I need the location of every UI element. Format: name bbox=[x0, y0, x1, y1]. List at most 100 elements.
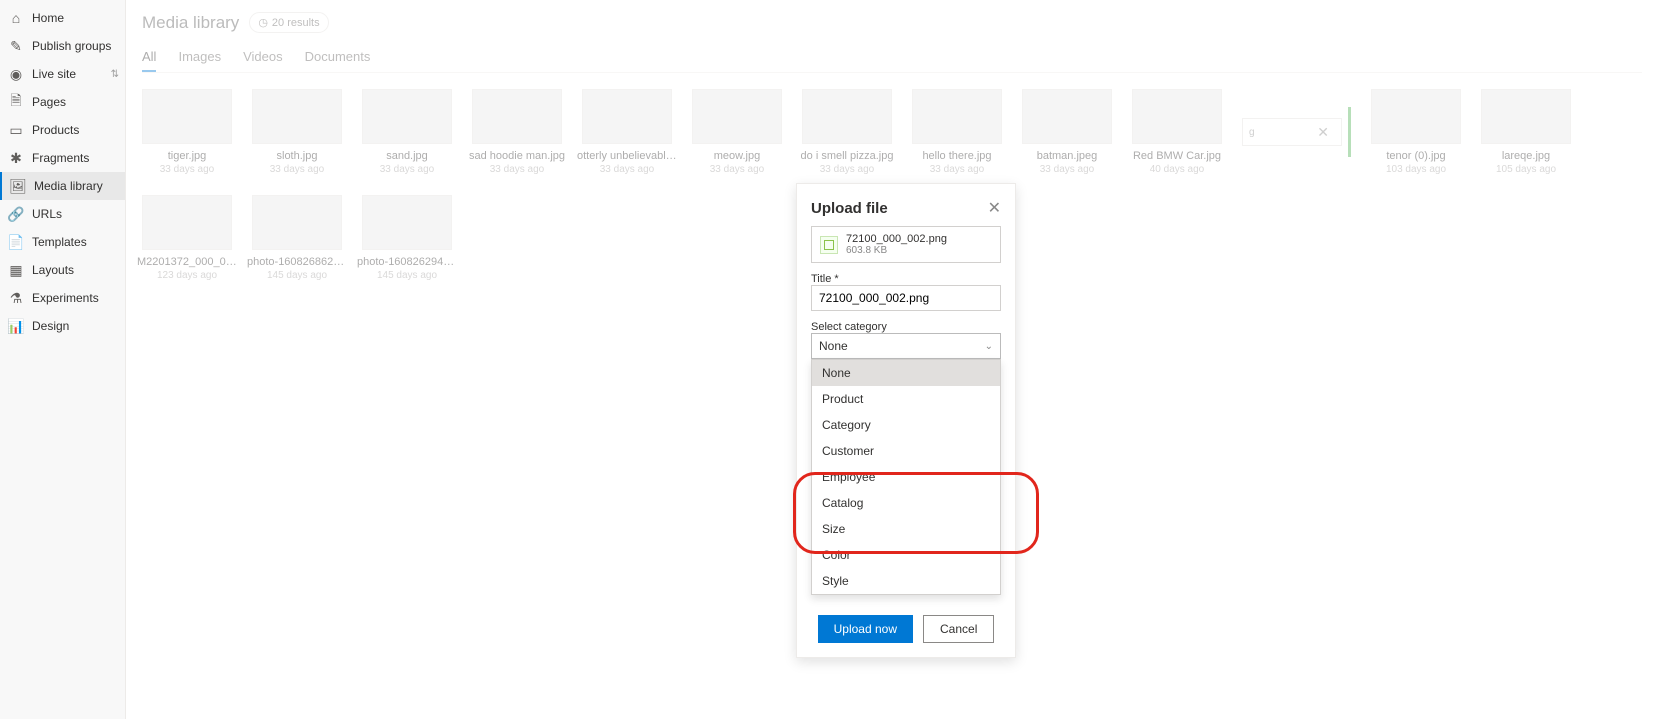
title-input[interactable] bbox=[811, 285, 1001, 311]
thumbnail bbox=[252, 195, 342, 250]
sidebar-item-publish-groups[interactable]: ✎ Publish groups bbox=[0, 32, 125, 60]
category-dropdown: NoneProductCategoryCustomerEmployeeCatal… bbox=[811, 359, 1001, 595]
file-age: 33 days ago bbox=[1040, 164, 1095, 175]
chevron-down-icon: ⌄ bbox=[985, 341, 993, 352]
sidebar-item-experiments[interactable]: ⚗Experiments bbox=[0, 284, 125, 312]
file-name-label: meow.jpg bbox=[714, 150, 760, 162]
category-select[interactable]: None ⌄ bbox=[811, 333, 1001, 359]
media-item[interactable]: photo-160826294108… 145 days ago bbox=[362, 195, 452, 281]
media-item[interactable]: sloth.jpg 33 days ago bbox=[252, 89, 342, 175]
category-option[interactable]: Style bbox=[812, 568, 1000, 594]
media-item[interactable]: sand.jpg 33 days ago bbox=[362, 89, 452, 175]
image-file-icon bbox=[820, 236, 838, 254]
sidebar-item-design[interactable]: 📊 Design bbox=[0, 312, 125, 340]
selected-file-box: 72100_000_002.png 603.8 KB bbox=[811, 226, 1001, 263]
thumbnail bbox=[362, 89, 452, 144]
file-age: 40 days ago bbox=[1150, 164, 1205, 175]
file-age: 33 days ago bbox=[820, 164, 875, 175]
sidebar-item-products[interactable]: ▭ Products bbox=[0, 116, 125, 144]
file-name-label: otterly unbelievable.j… bbox=[577, 150, 677, 162]
file-age: 33 days ago bbox=[490, 164, 545, 175]
file-age: 145 days ago bbox=[377, 270, 437, 281]
close-icon[interactable]: ✕ bbox=[988, 198, 1001, 218]
sidebar-item-templates[interactable]: 📄Templates bbox=[0, 228, 125, 256]
media-item[interactable]: Red BMW Car.jpg 40 days ago bbox=[1132, 89, 1222, 175]
media-item[interactable]: photo-160826862760… 145 days ago bbox=[252, 195, 342, 281]
sidebar-item-urls[interactable]: 🔗URLs bbox=[0, 200, 125, 228]
sidebar-item-home[interactable]: ⌂Home bbox=[0, 4, 125, 32]
media-item[interactable]: do i smell pizza.jpg 33 days ago bbox=[802, 89, 892, 175]
tab-documents[interactable]: Documents bbox=[305, 43, 371, 72]
category-label: Select category bbox=[811, 321, 1001, 333]
pages-icon: 🗎 bbox=[8, 94, 24, 110]
thumbnail bbox=[912, 89, 1002, 144]
media-item[interactable]: M2201372_000_002.p… 123 days ago bbox=[142, 195, 232, 281]
media-item[interactable]: hello there.jpg 33 days ago bbox=[912, 89, 1002, 175]
thumbnail bbox=[472, 89, 562, 144]
sidebar-item-label: Experiments bbox=[32, 291, 99, 305]
upload-card: g ✕ bbox=[1242, 118, 1342, 146]
sidebar-item-pages[interactable]: 🗎 Pages bbox=[0, 88, 125, 116]
file-name-label: hello there.jpg bbox=[922, 150, 991, 162]
remove-upload-icon[interactable]: ✕ bbox=[1311, 122, 1335, 143]
urls-icon: 🔗 bbox=[8, 206, 24, 222]
category-option[interactable]: Size bbox=[812, 516, 1000, 542]
file-name-label: tenor (0).jpg bbox=[1386, 150, 1445, 162]
cancel-button[interactable]: Cancel bbox=[923, 615, 994, 643]
category-option[interactable]: None bbox=[812, 360, 1000, 386]
file-name-label: photo-160826294108… bbox=[357, 256, 457, 268]
file-size: 603.8 KB bbox=[846, 245, 947, 256]
products-icon: ▭ bbox=[8, 122, 24, 138]
sidebar-item-label: Fragments bbox=[32, 151, 89, 165]
sidebar-item-live-site[interactable]: ◉Live site⇅ bbox=[0, 60, 125, 88]
media-item[interactable]: batman.jpeg 33 days ago bbox=[1022, 89, 1112, 175]
thumbnail bbox=[582, 89, 672, 144]
media-item[interactable]: tiger.jpg 33 days ago bbox=[142, 89, 232, 175]
sidebar-item-label: Products bbox=[32, 123, 79, 137]
thumbnail bbox=[802, 89, 892, 144]
sidebar-item-label: Design bbox=[32, 319, 69, 333]
sidebar-item-media-library[interactable]: 🖼 Media library bbox=[0, 172, 125, 200]
fragments-icon: ✱ bbox=[8, 150, 24, 166]
results-badge: ◷ 20 results bbox=[249, 12, 328, 33]
sidebar-item-label: Media library bbox=[34, 179, 103, 193]
file-age: 103 days ago bbox=[1386, 164, 1446, 175]
home-icon: ⌂ bbox=[8, 10, 24, 26]
tab-videos[interactable]: Videos bbox=[243, 43, 283, 72]
media-library-icon: 🖼 bbox=[10, 178, 26, 194]
upload-now-button[interactable]: Upload now bbox=[818, 615, 913, 643]
upload-progress-bar bbox=[1348, 107, 1351, 157]
tab-images[interactable]: Images bbox=[178, 43, 221, 72]
tab-all[interactable]: All bbox=[142, 43, 156, 72]
media-item[interactable]: lareqe.jpg 105 days ago bbox=[1481, 89, 1571, 175]
sidebar-item-label: Pages bbox=[32, 95, 66, 109]
media-item[interactable]: sad hoodie man.jpg 33 days ago bbox=[472, 89, 562, 175]
publish-groups-icon: ✎ bbox=[8, 38, 24, 54]
thumbnail bbox=[1022, 89, 1112, 144]
file-name: 72100_000_002.png bbox=[846, 233, 947, 245]
design-icon: 📊 bbox=[8, 318, 24, 334]
media-item[interactable]: tenor (0).jpg 103 days ago bbox=[1371, 89, 1461, 175]
category-option[interactable]: Employee bbox=[812, 464, 1000, 490]
live-site-icon: ◉ bbox=[8, 66, 24, 82]
results-count: 20 results bbox=[272, 17, 320, 29]
category-option[interactable]: Category bbox=[812, 412, 1000, 438]
sidebar-item-fragments[interactable]: ✱ Fragments bbox=[0, 144, 125, 172]
sidebar-item-layouts[interactable]: ▦ Layouts bbox=[0, 256, 125, 284]
thumbnail bbox=[1481, 89, 1571, 144]
file-age: 33 days ago bbox=[160, 164, 215, 175]
sidebar-item-label: Publish groups bbox=[32, 39, 111, 53]
file-name-label: sand.jpg bbox=[386, 150, 428, 162]
category-option[interactable]: Catalog bbox=[812, 490, 1000, 516]
sidebar-item-label: Layouts bbox=[32, 263, 74, 277]
media-item[interactable]: meow.jpg 33 days ago bbox=[692, 89, 782, 175]
media-item[interactable]: otterly unbelievable.j… 33 days ago bbox=[582, 89, 672, 175]
category-option[interactable]: Customer bbox=[812, 438, 1000, 464]
category-option[interactable]: Product bbox=[812, 386, 1000, 412]
category-option[interactable]: Color bbox=[812, 542, 1000, 568]
thumbnail bbox=[692, 89, 782, 144]
thumbnail bbox=[142, 195, 232, 250]
layouts-icon: ▦ bbox=[8, 262, 24, 278]
file-name-label: batman.jpeg bbox=[1037, 150, 1098, 162]
file-age: 123 days ago bbox=[157, 270, 217, 281]
